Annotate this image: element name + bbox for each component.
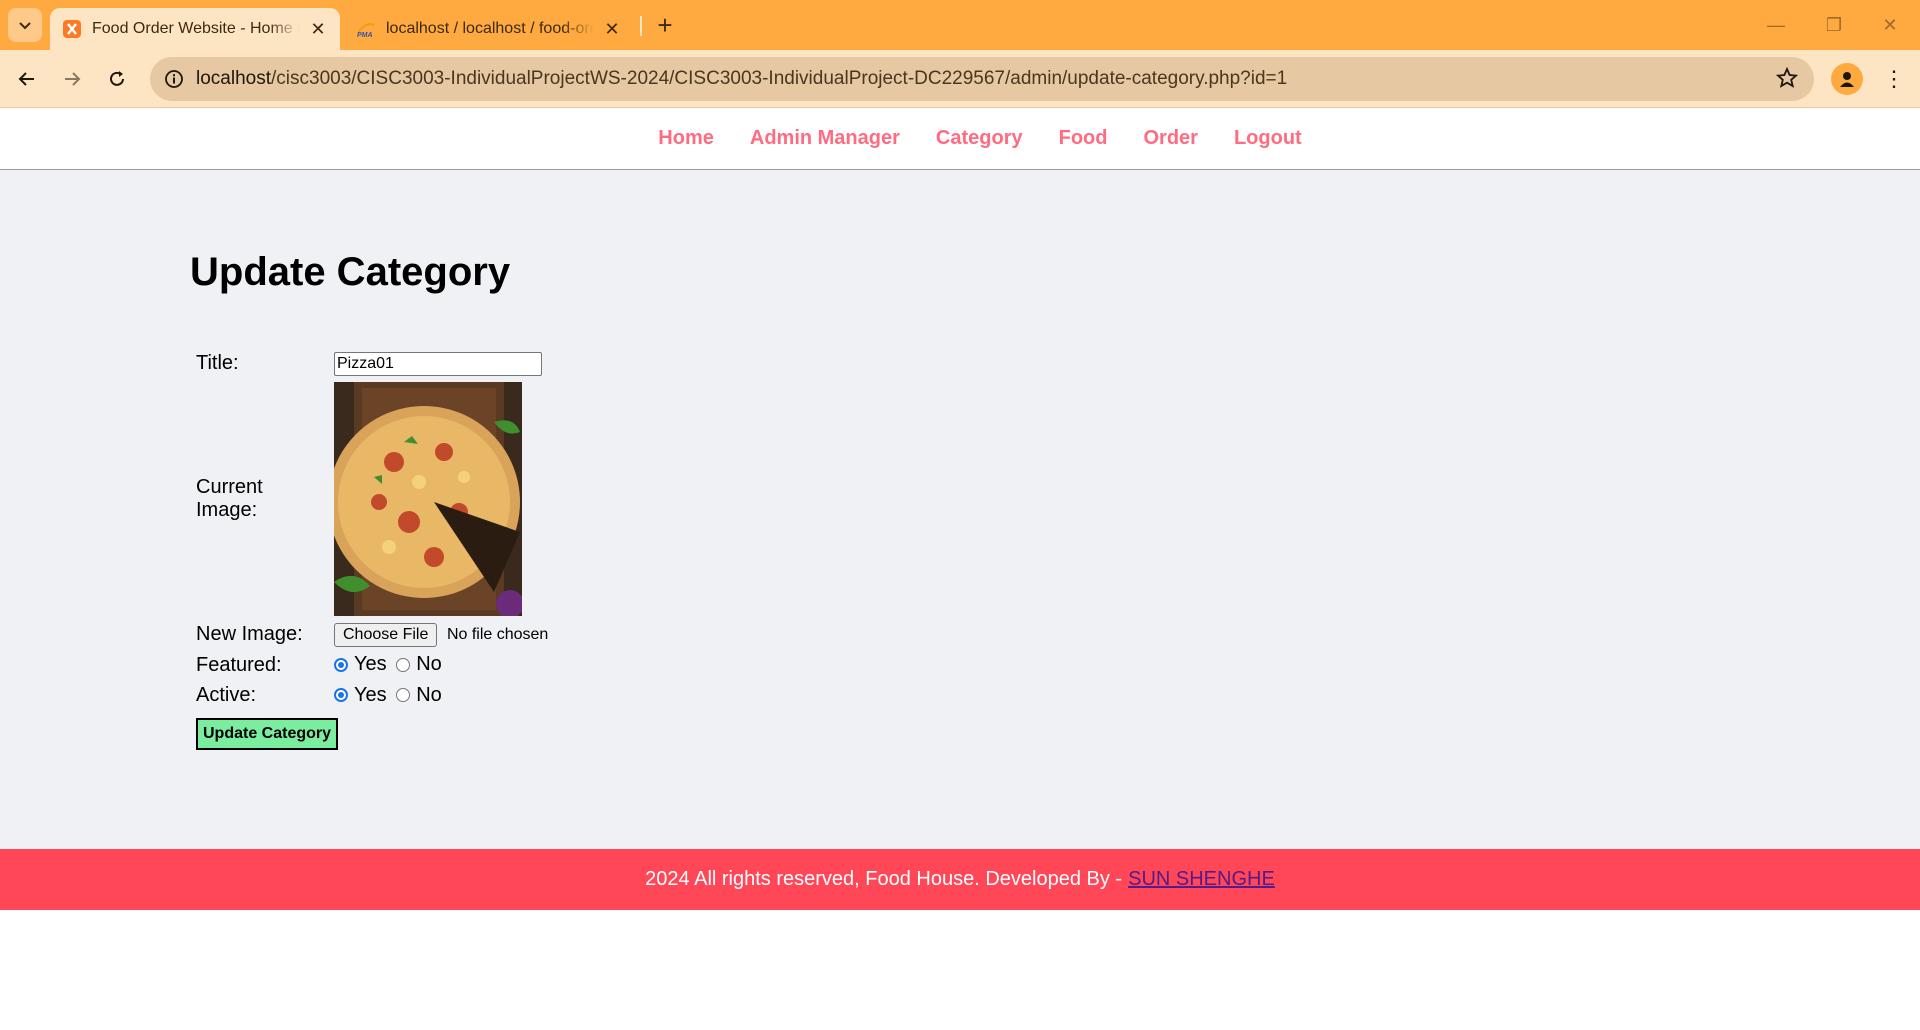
form-row-submit: Update Category [196,714,548,750]
form-row-current-image: Current Image: [196,382,548,616]
active-no-radio[interactable]: No [396,684,442,707]
back-button[interactable] [10,62,44,96]
current-image-pizza [334,382,522,616]
form-row-new-image: New Image: Choose File No file chosen [196,622,548,647]
arrow-left-icon [18,72,34,86]
browser-menu-icon[interactable]: ⋮ [1878,63,1910,95]
featured-yes-radio[interactable]: Yes [334,653,387,676]
browser-tab-bar: Food Order Website - Home Page ✕ PMA loc… [0,0,1920,50]
new-image-label: New Image: [196,623,303,645]
tab-title: Food Order Website - Home Page [92,20,300,37]
close-icon[interactable]: ✕ [602,19,622,39]
phpmyadmin-icon: PMA [357,23,375,39]
minimize-icon[interactable]: — [1756,10,1796,40]
featured-no-radio[interactable]: No [396,653,442,676]
browser-toolbar: localhost/cisc3003/CISC3003-IndividualPr… [0,50,1920,108]
url-host: localhost [196,68,271,89]
xampp-icon [63,20,81,38]
nav-category[interactable]: Category [936,127,1023,150]
reload-icon [110,71,124,86]
form-row-title: Title: [196,351,548,376]
nav-food[interactable]: Food [1059,127,1108,150]
radio-checked-icon[interactable] [334,657,348,672]
active-yes-radio[interactable]: Yes [334,684,387,707]
update-category-button[interactable]: Update Category [196,718,339,750]
arrow-right-icon [65,72,81,86]
content-wrapper: Update Category Title: Current Image: [190,250,1730,756]
title-label: Title: [196,352,239,374]
svg-text:PMA: PMA [357,32,373,39]
featured-yes-label: Yes [354,653,387,675]
restore-icon[interactable]: ❐ [1814,10,1854,40]
form-row-featured: Featured: Yes No [196,653,548,678]
active-yes-label: Yes [354,683,387,706]
window-close-icon[interactable]: ✕ [1870,10,1910,40]
footer-developer-link[interactable]: SUN SHENGHE [1128,868,1275,891]
chevron-down-icon [19,22,31,30]
nav-home[interactable]: Home [658,127,714,150]
radio-unchecked-icon[interactable] [396,657,411,672]
tab-food-order[interactable]: Food Order Website - Home Page ✕ [50,8,340,50]
featured-label: Featured: [196,653,282,676]
active-no-label: No [416,683,442,706]
current-image-label: Current Image: [196,476,263,521]
forward-button[interactable] [55,62,89,96]
reload-button[interactable] [100,62,134,96]
page-title: Update Category [190,250,511,294]
tab-phpmyadmin[interactable]: PMA localhost / localhost / food-order ✕ [344,8,634,50]
close-icon[interactable]: ✕ [308,19,328,39]
radio-checked-icon[interactable] [334,688,348,702]
site-nav: Home Admin Manager Category Food Order L… [0,108,1920,170]
tab-search-button[interactable] [8,8,42,42]
address-bar[interactable]: localhost/cisc3003/CISC3003-IndividualPr… [150,57,1814,101]
tab-title: localhost / localhost / food-order [386,20,594,37]
new-tab-button[interactable]: + [650,10,680,40]
active-label: Active: [196,684,257,707]
bookmark-star-icon[interactable] [1775,66,1799,94]
radio-unchecked-icon[interactable] [396,688,411,702]
title-input[interactable] [334,352,542,376]
nav-logout[interactable]: Logout [1234,127,1302,150]
tab-separator [640,16,642,36]
site-footer: 2024 All rights reserved, Food House. De… [0,849,1920,910]
site-info-icon[interactable] [160,65,188,93]
profile-avatar-icon[interactable] [1831,63,1863,95]
update-category-form: Title: Current Image: [188,345,556,756]
main-content: Update Category Title: Current Image: [0,170,1920,849]
nav-admin-manager[interactable]: Admin Manager [750,127,900,150]
file-status: No file chosen [446,626,549,643]
footer-text: 2024 All rights reserved, Food House. De… [645,868,1123,890]
featured-no-label: No [416,653,442,675]
web-page: Home Admin Manager Category Food Order L… [0,108,1920,1030]
choose-file-button[interactable]: Choose File [334,623,438,647]
url-text[interactable]: localhost/cisc3003/CISC3003-IndividualPr… [196,68,1287,90]
nav-order[interactable]: Order [1143,127,1197,150]
form-row-active: Active: Yes No [196,684,548,709]
url-path: /cisc3003/CISC3003-IndividualProjectWS-2… [271,68,1288,89]
